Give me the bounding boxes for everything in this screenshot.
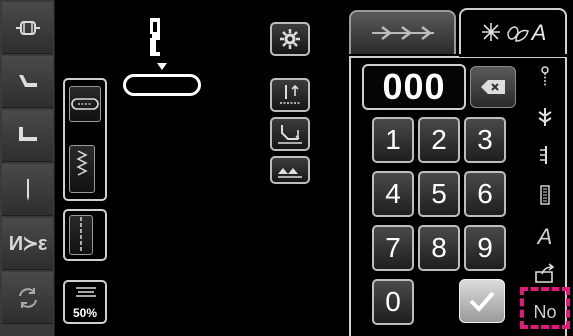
tab-pattern-label: A: [531, 20, 547, 45]
stitch-ruler-button[interactable]: [530, 180, 560, 210]
free-arm-button[interactable]: [2, 110, 53, 162]
tension-value: 50%: [72, 306, 98, 320]
key-5[interactable]: 5: [418, 171, 460, 217]
key-2[interactable]: 2: [418, 117, 460, 163]
backspace-button[interactable]: [470, 66, 516, 108]
no-button[interactable]: No: [520, 287, 570, 329]
zigzag-stitch-card[interactable]: [63, 141, 107, 201]
feed-dogs-icon: [278, 168, 302, 178]
stitch-length-icon: [540, 146, 547, 164]
flower-leaf-icon: [481, 23, 529, 42]
thread-cutter-button[interactable]: И≻ε: [2, 218, 53, 270]
presser-foot-button[interactable]: [2, 56, 53, 108]
thread-guide-button[interactable]: [530, 62, 560, 92]
bobbin-winder-button[interactable]: [2, 2, 53, 54]
straight-stitch-card[interactable]: [63, 209, 107, 261]
stitch-preview: [123, 74, 201, 96]
stitch-ruler-icon: [540, 185, 550, 205]
key-1[interactable]: 1: [372, 117, 414, 163]
needle-position-icon: [280, 84, 300, 104]
needle-threader-button[interactable]: [530, 102, 560, 132]
zigzag-stitch-icon: [76, 150, 88, 176]
needle-button[interactable]: [2, 164, 53, 216]
thread-guide-icon: [541, 66, 549, 87]
key-6[interactable]: 6: [464, 171, 506, 217]
needle-threader-icon: [538, 108, 552, 126]
key-3[interactable]: 3: [464, 117, 506, 163]
no-button-label: No: [533, 302, 557, 322]
tension-icon: [76, 287, 96, 297]
font-select-button[interactable]: A: [530, 222, 560, 252]
folder-export-icon: [535, 263, 555, 283]
feed-dogs-button[interactable]: [270, 156, 310, 184]
straight-stitch-icon: [80, 217, 82, 253]
thread-cutter-icon: И≻ε: [8, 233, 48, 255]
preview-pointer-icon: [157, 63, 167, 70]
stitch-length-button[interactable]: [530, 140, 560, 170]
settings-button[interactable]: [270, 22, 310, 56]
key-0[interactable]: 0: [372, 279, 414, 325]
key-9[interactable]: 9: [464, 225, 506, 271]
presser-foot-lift-icon: [278, 125, 302, 144]
key-8[interactable]: 8: [418, 225, 460, 271]
font-a-icon: A: [537, 224, 553, 249]
tab-threads[interactable]: [349, 10, 456, 54]
export-button[interactable]: [530, 258, 560, 288]
pattern-number-display: 000: [362, 64, 466, 110]
checkmark-icon: [469, 291, 495, 312]
tab-pattern[interactable]: A: [459, 8, 567, 56]
ok-button[interactable]: [459, 279, 505, 323]
buttonhole-icon: [71, 98, 99, 110]
needle-position-button[interactable]: [270, 78, 310, 112]
bobbin-winder-icon: [15, 20, 40, 35]
thread-arrows-icon: [371, 26, 434, 40]
foot-indicator-icon: [150, 18, 160, 56]
free-arm-icon: [18, 126, 37, 141]
key-7[interactable]: 7: [372, 225, 414, 271]
reset-rotate-icon: [18, 287, 37, 308]
tension-card[interactable]: 50%: [63, 280, 107, 324]
settings-gear-icon: [280, 29, 300, 49]
tab-joint: [459, 54, 567, 57]
presser-foot-lift-button[interactable]: [270, 117, 310, 151]
key-4[interactable]: 4: [372, 171, 414, 217]
backspace-icon: [481, 80, 505, 94]
left-toolbar: И≻ε: [0, 0, 55, 336]
needle-icon: [26, 178, 29, 201]
reset-button[interactable]: [2, 272, 53, 324]
presser-foot-icon: [18, 74, 37, 87]
